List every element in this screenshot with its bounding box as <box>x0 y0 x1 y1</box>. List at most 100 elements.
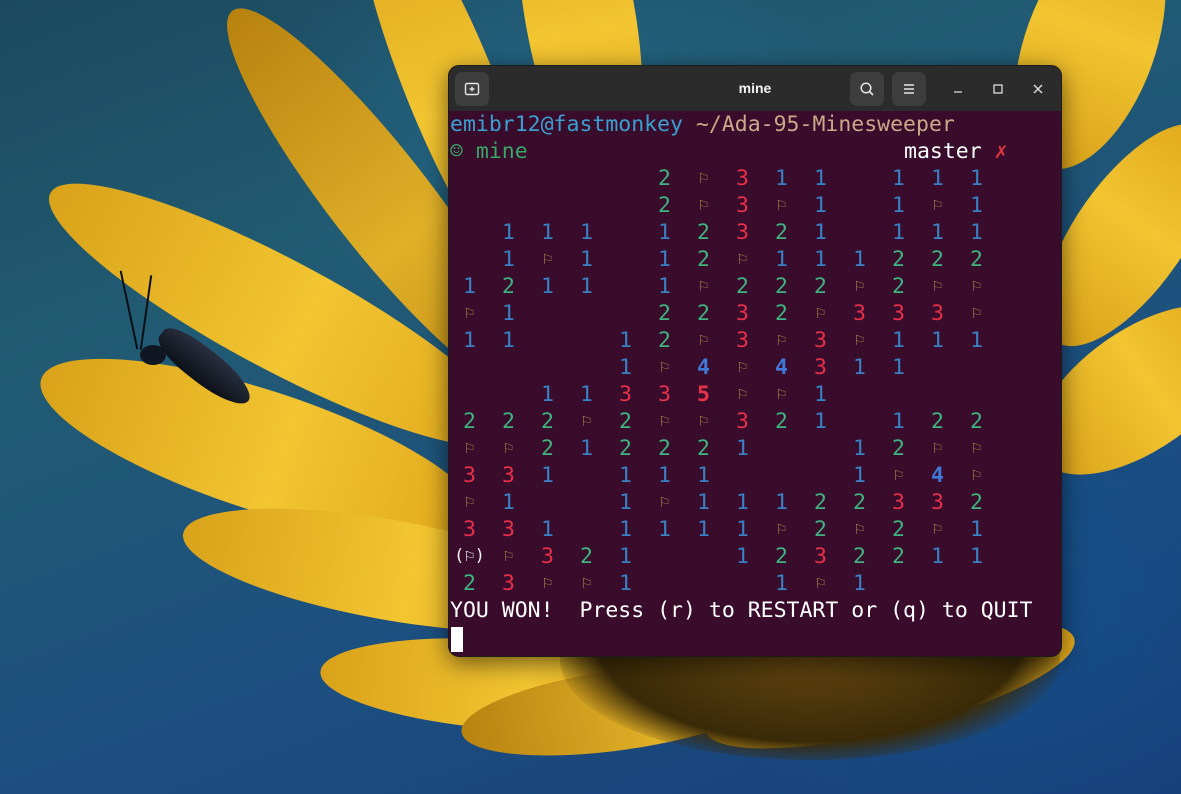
number-cell[interactable]: 1 <box>879 408 918 435</box>
number-cell[interactable]: 2 <box>489 408 528 435</box>
number-cell[interactable]: 3 <box>528 543 567 570</box>
menu-button[interactable] <box>892 72 926 106</box>
number-cell[interactable]: 2 <box>606 435 645 462</box>
number-cell[interactable]: 2 <box>645 165 684 192</box>
number-cell[interactable]: 2 <box>957 246 996 273</box>
number-cell[interactable]: 1 <box>528 462 567 489</box>
number-cell[interactable]: 1 <box>645 246 684 273</box>
number-cell[interactable]: 1 <box>918 219 957 246</box>
number-cell[interactable]: 3 <box>918 300 957 327</box>
number-cell[interactable]: 1 <box>567 219 606 246</box>
number-cell[interactable]: 1 <box>801 219 840 246</box>
number-cell[interactable]: 1 <box>879 354 918 381</box>
number-cell[interactable]: 2 <box>723 273 762 300</box>
number-cell[interactable]: 1 <box>801 165 840 192</box>
number-cell[interactable]: 2 <box>645 435 684 462</box>
number-cell[interactable]: 1 <box>840 435 879 462</box>
number-cell[interactable]: 3 <box>723 327 762 354</box>
number-cell[interactable]: 1 <box>723 543 762 570</box>
flag-cell[interactable]: ⚐ <box>762 192 801 219</box>
flag-cell[interactable]: ⚐ <box>840 327 879 354</box>
flag-cell[interactable]: ⚐ <box>918 435 957 462</box>
number-cell[interactable]: 1 <box>684 489 723 516</box>
number-cell[interactable]: 3 <box>489 570 528 597</box>
number-cell[interactable]: 3 <box>723 165 762 192</box>
number-cell[interactable]: 2 <box>879 273 918 300</box>
number-cell[interactable]: 3 <box>801 327 840 354</box>
number-cell[interactable]: 1 <box>957 192 996 219</box>
number-cell[interactable]: 1 <box>918 165 957 192</box>
number-cell[interactable]: 1 <box>606 327 645 354</box>
number-cell[interactable]: 3 <box>450 462 489 489</box>
new-tab-button[interactable] <box>455 72 489 106</box>
number-cell[interactable]: 2 <box>762 273 801 300</box>
flag-cell[interactable]: ⚐ <box>879 462 918 489</box>
number-cell[interactable]: 4 <box>918 462 957 489</box>
number-cell[interactable]: 1 <box>723 516 762 543</box>
number-cell[interactable]: 1 <box>489 219 528 246</box>
flag-cell[interactable]: ⚐ <box>684 165 723 192</box>
number-cell[interactable]: 2 <box>450 408 489 435</box>
number-cell[interactable]: 3 <box>840 300 879 327</box>
number-cell[interactable]: 1 <box>957 543 996 570</box>
number-cell[interactable]: 1 <box>840 354 879 381</box>
flag-cell[interactable]: ⚐ <box>645 354 684 381</box>
number-cell[interactable]: 2 <box>528 408 567 435</box>
number-cell[interactable]: 3 <box>723 300 762 327</box>
search-button[interactable] <box>850 72 884 106</box>
flag-cell[interactable]: ⚐ <box>723 246 762 273</box>
number-cell[interactable]: 1 <box>957 165 996 192</box>
flag-cell[interactable]: ⚐ <box>957 435 996 462</box>
number-cell[interactable]: 1 <box>528 219 567 246</box>
number-cell[interactable]: 1 <box>489 489 528 516</box>
number-cell[interactable]: 1 <box>879 192 918 219</box>
number-cell[interactable]: 1 <box>567 381 606 408</box>
number-cell[interactable]: 2 <box>879 246 918 273</box>
number-cell[interactable]: 2 <box>840 543 879 570</box>
flag-cell[interactable]: ⚐ <box>489 435 528 462</box>
close-button[interactable] <box>1025 76 1051 102</box>
number-cell[interactable]: 2 <box>879 435 918 462</box>
number-cell[interactable]: 2 <box>840 489 879 516</box>
number-cell[interactable]: 1 <box>489 246 528 273</box>
number-cell[interactable]: 2 <box>918 408 957 435</box>
number-cell[interactable]: 1 <box>606 354 645 381</box>
number-cell[interactable]: 1 <box>918 327 957 354</box>
flag-cell[interactable]: ⚐ <box>801 300 840 327</box>
number-cell[interactable]: 1 <box>450 273 489 300</box>
flag-cell[interactable]: ⚐ <box>957 462 996 489</box>
number-cell[interactable]: 2 <box>879 543 918 570</box>
flag-cell[interactable]: ⚐ <box>684 192 723 219</box>
number-cell[interactable]: 1 <box>879 165 918 192</box>
number-cell[interactable]: 2 <box>684 435 723 462</box>
flag-cell[interactable]: ⚐ <box>684 327 723 354</box>
number-cell[interactable]: 2 <box>645 327 684 354</box>
number-cell[interactable]: 1 <box>606 570 645 597</box>
number-cell[interactable]: 1 <box>450 327 489 354</box>
flag-cell[interactable]: ⚐ <box>723 381 762 408</box>
number-cell[interactable]: 1 <box>801 381 840 408</box>
number-cell[interactable]: 1 <box>567 435 606 462</box>
flag-cell[interactable]: ⚐ <box>528 570 567 597</box>
number-cell[interactable]: 1 <box>762 489 801 516</box>
number-cell[interactable]: 2 <box>801 273 840 300</box>
number-cell[interactable]: 4 <box>684 354 723 381</box>
number-cell[interactable]: 2 <box>567 543 606 570</box>
minimize-button[interactable] <box>945 76 971 102</box>
number-cell[interactable]: 1 <box>879 219 918 246</box>
flag-cell[interactable]: ⚐ <box>645 408 684 435</box>
number-cell[interactable]: 3 <box>918 489 957 516</box>
number-cell[interactable]: 1 <box>606 516 645 543</box>
number-cell[interactable]: 1 <box>840 246 879 273</box>
number-cell[interactable]: 2 <box>801 516 840 543</box>
flag-cell[interactable]: ⚐ <box>684 273 723 300</box>
title-bar[interactable]: mine <box>449 66 1061 111</box>
flag-cell[interactable]: ⚐ <box>801 570 840 597</box>
flag-cell[interactable]: ⚐ <box>957 300 996 327</box>
number-cell[interactable]: 1 <box>840 570 879 597</box>
number-cell[interactable]: 1 <box>840 462 879 489</box>
number-cell[interactable]: 2 <box>918 246 957 273</box>
number-cell[interactable]: 1 <box>645 462 684 489</box>
number-cell[interactable]: 2 <box>645 300 684 327</box>
number-cell[interactable]: 2 <box>879 516 918 543</box>
